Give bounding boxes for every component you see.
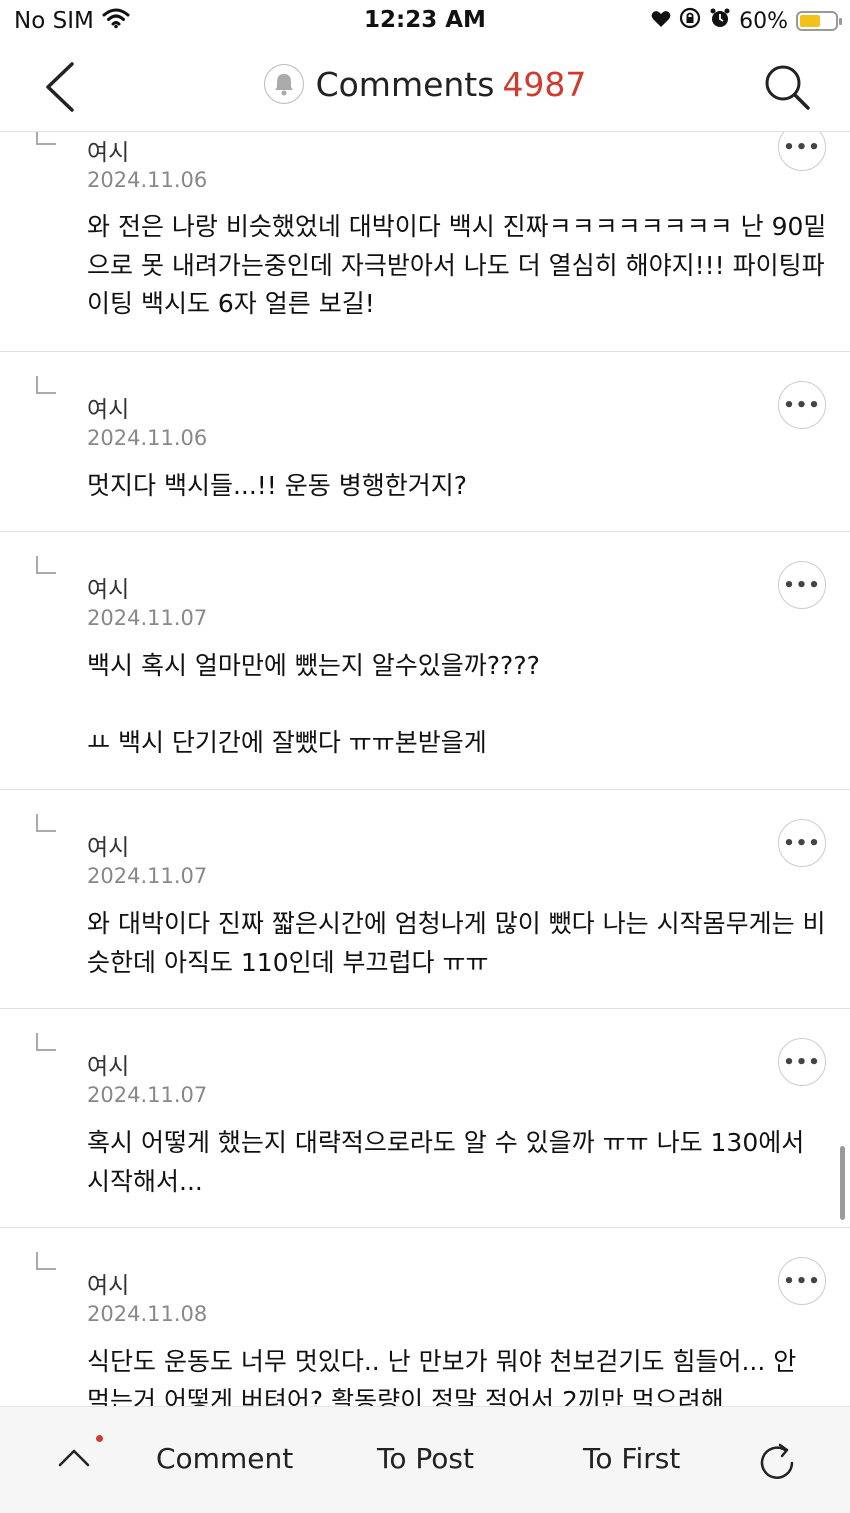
rotation-lock-icon — [679, 7, 701, 35]
comment-author: 여시 — [87, 577, 130, 603]
reply-indicator-icon — [36, 556, 56, 574]
battery-icon — [796, 11, 842, 31]
to-first-button[interactable]: To First — [583, 1442, 680, 1475]
scrollbar[interactable] — [840, 1146, 845, 1220]
comment-author: 여시 — [87, 1054, 130, 1080]
reply-indicator-icon — [36, 1033, 56, 1051]
comment-author: 여시 — [87, 1273, 130, 1299]
battery-fill — [800, 15, 820, 27]
refresh-icon — [760, 1443, 794, 1479]
more-options-button[interactable]: ••• — [778, 1038, 826, 1086]
to-post-button[interactable]: To Post — [377, 1442, 474, 1475]
reply-indicator-icon — [36, 814, 56, 832]
comment-date: 2024.11.07 — [87, 864, 208, 888]
notification-dot — [96, 1435, 103, 1442]
comment-date: 2024.11.07 — [87, 1083, 208, 1107]
comment-text: 혹시 어떻게 했는지 대략적으로라도 알 수 있을까 ㅠㅠ 나도 130에서 시… — [87, 1128, 813, 1196]
comment-author: 여시 — [87, 397, 130, 423]
comment-date: 2024.11.07 — [87, 606, 208, 630]
comment-text: 와 전은 나랑 비슷했었네 대박이다 백시 진짜ㅋㅋㅋㅋㅋㅋㅋㅋ 난 90밑으로… — [87, 212, 827, 318]
bell-icon — [274, 74, 293, 96]
comment-list: 여시 2024.11.06 와 전은 나랑 비슷했었네 대박이다 백시 진짜ㅋㅋ… — [0, 123, 850, 1458]
comment-author: 여시 — [87, 835, 130, 861]
comment-item: 여시 2024.11.07 와 대박이다 진짜 짧은시간에 엄청나게 많이 뺐다… — [0, 790, 850, 1009]
header: Comments 4987 — [0, 44, 850, 132]
search-button[interactable] — [762, 62, 812, 112]
more-options-button[interactable]: ••• — [778, 381, 826, 429]
status-bar: No SIM 12:23 AM 60% — [0, 0, 850, 44]
page-title: Comments — [315, 64, 495, 104]
comment-text: 멋지다 백시들...!! 운동 병행한거지? — [87, 471, 467, 500]
comment-author: 여시 — [87, 140, 130, 166]
comment-count: 4987 — [502, 64, 587, 104]
more-options-button[interactable]: ••• — [778, 561, 826, 609]
reply-indicator-icon — [36, 1252, 56, 1270]
bottom-toolbar: Comment To Post To First — [0, 1406, 850, 1513]
battery-percent: 60% — [739, 8, 788, 34]
comment-text: 백시 혹시 얼마만에 뺐는지 알수있을까???? ㅛ 백시 단기간에 잘뺐다 ㅠ… — [87, 651, 540, 757]
alarm-icon — [709, 7, 731, 35]
comment-text: 와 대박이다 진짜 짧은시간에 엄청나게 많이 뺐다 나는 시작몸무게는 비슷한… — [87, 909, 826, 977]
comment-date: 2024.11.06 — [87, 168, 208, 192]
refresh-button[interactable] — [756, 1441, 800, 1485]
chevron-up-icon — [58, 1449, 90, 1467]
comment-item: 여시 2024.11.07 혹시 어떻게 했는지 대략적으로라도 알 수 있을까… — [0, 1009, 850, 1228]
comment-item: 여시 2024.11.06 멋지다 백시들...!! 운동 병행한거지? ••• — [0, 352, 850, 532]
comment-date: 2024.11.06 — [87, 426, 208, 450]
comment-item: 여시 2024.11.06 와 전은 나랑 비슷했었네 대박이다 백시 진짜ㅋㅋ… — [0, 123, 850, 352]
comment-date: 2024.11.08 — [87, 1302, 208, 1326]
comment-item: 여시 2024.11.07 백시 혹시 얼마만에 뺐는지 알수있을까???? ㅛ… — [0, 532, 850, 790]
reply-indicator-icon — [36, 376, 56, 394]
more-options-button[interactable]: ••• — [778, 1257, 826, 1305]
heart-icon — [651, 9, 671, 34]
search-icon — [765, 65, 810, 110]
more-options-button[interactable]: ••• — [778, 819, 826, 867]
scroll-up-button[interactable] — [54, 1437, 94, 1477]
comment-button[interactable]: Comment — [156, 1442, 293, 1475]
notification-bell-button[interactable] — [263, 64, 304, 104]
